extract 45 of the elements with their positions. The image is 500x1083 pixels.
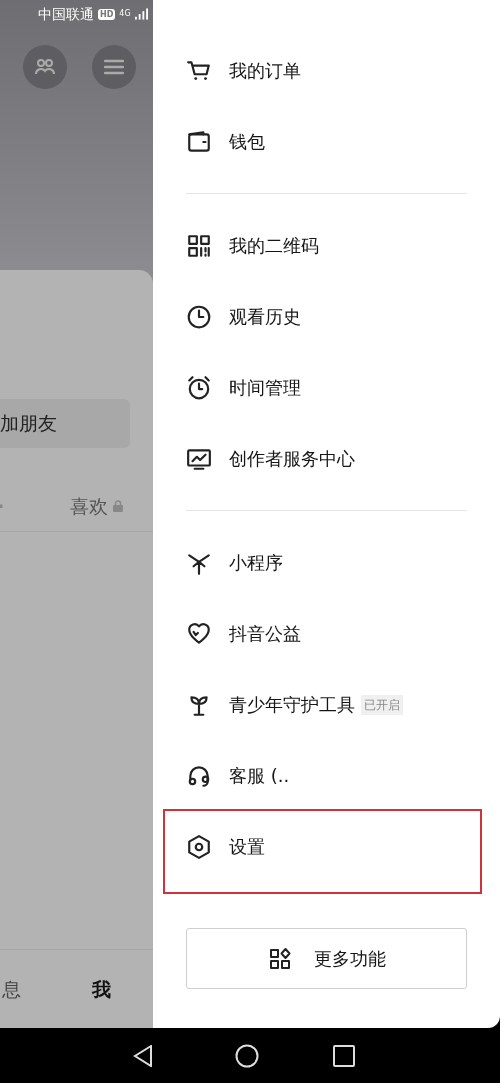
clock-icon <box>186 303 212 330</box>
network-label: 4G <box>119 8 131 20</box>
menu-item-label: 抖音公益 <box>229 622 301 646</box>
menu-icon <box>104 59 124 75</box>
home-icon[interactable] <box>235 1043 259 1068</box>
menu-item[interactable]: 时间管理 <box>186 352 467 423</box>
wallet-icon <box>186 128 212 155</box>
carrier-name: 中国联通 <box>38 4 94 24</box>
menu-item[interactable]: 青少年守护工具 已开启 <box>186 669 467 740</box>
gear-icon <box>186 833 212 860</box>
menu-item[interactable]: 设置 <box>186 811 467 882</box>
menu-item-label: 创作者服务中心 <box>229 447 355 471</box>
menu-item[interactable]: 创作者服务中心 <box>186 423 467 494</box>
menu-item[interactable]: 小程序 <box>186 527 467 598</box>
menu-item[interactable]: 钱包 <box>186 106 467 177</box>
menu-item-label: 观看历史 <box>229 305 301 329</box>
menu-item-label: 钱包 <box>229 130 265 154</box>
alarm-clock-icon <box>186 374 212 401</box>
bottom-tab[interactable]: 息 <box>0 975 92 1004</box>
liked-tab[interactable]: 喜欢 <box>70 492 108 521</box>
menu-item-label: 小程序 <box>229 551 283 575</box>
qr-code-icon <box>186 232 212 259</box>
more-features-button[interactable]: 更多功能 <box>186 928 467 989</box>
menu-item[interactable]: 我的订单 <box>186 35 467 106</box>
add-friend-button[interactable]: 加朋友 <box>0 399 130 448</box>
menu-item-label: 时间管理 <box>229 376 301 400</box>
menu-item-label: 我的订单 <box>229 59 301 83</box>
friends-button[interactable] <box>23 45 67 89</box>
menu-item-label: 我的二维码 <box>229 234 319 258</box>
menu-item-label: 青少年守护工具 <box>229 693 355 717</box>
menu-item[interactable]: 观看历史 <box>186 281 467 352</box>
back-icon[interactable] <box>133 1044 153 1067</box>
menu-button[interactable] <box>92 45 136 89</box>
menu-item[interactable]: 客服 (.. <box>186 740 467 811</box>
recents-icon[interactable] <box>333 1044 355 1067</box>
menu-item[interactable]: 我的二维码 <box>186 210 467 281</box>
grid-icon <box>267 946 292 971</box>
menu-item-label: 设置 <box>229 835 265 859</box>
menu-item[interactable]: 抖音公益 <box>186 598 467 669</box>
hd-badge: HD <box>98 8 116 20</box>
bottom-tab[interactable]: 我 <box>92 975 111 1004</box>
menu-item-label: 客服 (.. <box>229 764 290 788</box>
signal-icon <box>134 8 148 20</box>
heart-icon <box>186 620 212 647</box>
status-badge: 已开启 <box>361 694 403 715</box>
